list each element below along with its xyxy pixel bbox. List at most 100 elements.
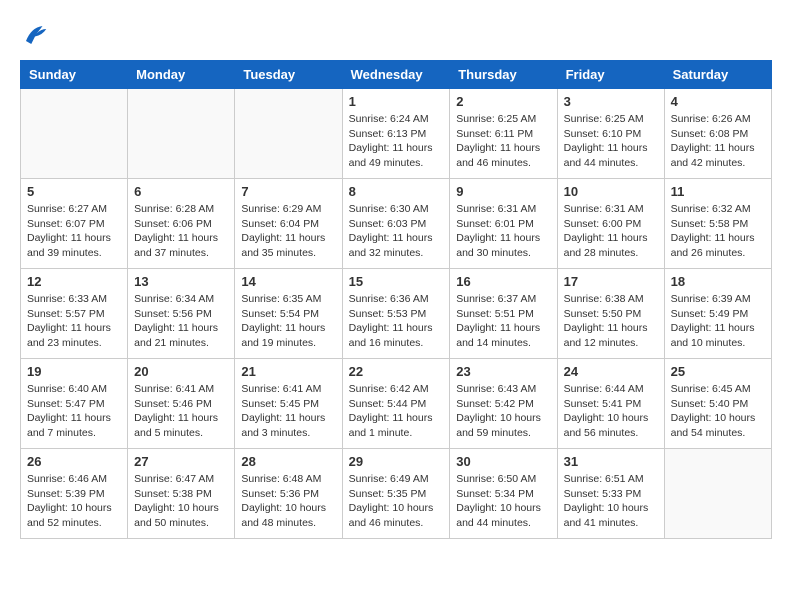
day-info: Sunrise: 6:24 AM Sunset: 6:13 PM Dayligh…	[349, 112, 444, 171]
week-row-4: 19Sunrise: 6:40 AM Sunset: 5:47 PM Dayli…	[21, 359, 772, 449]
day-number: 10	[564, 184, 658, 199]
day-number: 11	[671, 184, 765, 199]
day-number: 5	[27, 184, 121, 199]
week-row-3: 12Sunrise: 6:33 AM Sunset: 5:57 PM Dayli…	[21, 269, 772, 359]
calendar-cell	[21, 89, 128, 179]
day-info: Sunrise: 6:42 AM Sunset: 5:44 PM Dayligh…	[349, 382, 444, 441]
day-info: Sunrise: 6:39 AM Sunset: 5:49 PM Dayligh…	[671, 292, 765, 351]
calendar-cell: 26Sunrise: 6:46 AM Sunset: 5:39 PM Dayli…	[21, 449, 128, 539]
day-number: 3	[564, 94, 658, 109]
day-info: Sunrise: 6:44 AM Sunset: 5:41 PM Dayligh…	[564, 382, 658, 441]
column-header-wednesday: Wednesday	[342, 61, 450, 89]
logo-bird-icon	[20, 20, 50, 50]
day-number: 2	[456, 94, 550, 109]
calendar-cell: 31 Sunrise: 6:51 AM Sunset: 5:33 PM Dayli…	[557, 449, 664, 539]
calendar-header-row: SundayMondayTuesdayWednesdayThursdayFrid…	[21, 61, 772, 89]
calendar-cell: 21 Sunrise: 6:41 AM Sunset: 5:45 PM Dayli…	[235, 359, 342, 449]
day-number: 20	[134, 364, 228, 379]
day-number: 27	[134, 454, 228, 469]
day-number: 1	[349, 94, 444, 109]
day-number: 17	[564, 274, 658, 289]
day-info: Sunrise: 6:32 AM Sunset: 5:58 PM Dayligh…	[671, 202, 765, 261]
column-header-saturday: Saturday	[664, 61, 771, 89]
day-number: 21	[241, 364, 335, 379]
day-info: Sunrise: 6:41 AM Sunset: 5:45 PM Dayligh…	[241, 382, 335, 441]
column-header-monday: Monday	[128, 61, 235, 89]
day-info: Sunrise: 6:35 AM Sunset: 5:54 PM Dayligh…	[241, 292, 335, 351]
calendar-cell: 20 Sunrise: 6:41 AM Sunset: 5:46 PM Dayli…	[128, 359, 235, 449]
calendar-cell: 17 Sunrise: 6:38 AM Sunset: 5:50 PM Dayli…	[557, 269, 664, 359]
day-info: Sunrise: 6:50 AM Sunset: 5:34 PM Dayligh…	[456, 472, 550, 531]
day-info: Sunrise: 6:45 AM Sunset: 5:40 PM Dayligh…	[671, 382, 765, 441]
day-number: 6	[134, 184, 228, 199]
day-number: 9	[456, 184, 550, 199]
day-number: 22	[349, 364, 444, 379]
calendar-cell: 11 Sunrise: 6:32 AM Sunset: 5:58 PM Dayli…	[664, 179, 771, 269]
day-number: 7	[241, 184, 335, 199]
calendar-cell: 27Sunrise: 6:47 AM Sunset: 5:38 PM Dayli…	[128, 449, 235, 539]
column-header-friday: Friday	[557, 61, 664, 89]
calendar-cell: 16 Sunrise: 6:37 AM Sunset: 5:51 PM Dayli…	[450, 269, 557, 359]
day-number: 18	[671, 274, 765, 289]
day-number: 29	[349, 454, 444, 469]
day-info: Sunrise: 6:25 AM Sunset: 6:11 PM Dayligh…	[456, 112, 550, 171]
day-info: Sunrise: 6:34 AM Sunset: 5:56 PM Dayligh…	[134, 292, 228, 351]
day-info: Sunrise: 6:43 AM Sunset: 5:42 PM Dayligh…	[456, 382, 550, 441]
calendar-cell: 24Sunrise: 6:44 AM Sunset: 5:41 PM Dayli…	[557, 359, 664, 449]
day-info: Sunrise: 6:38 AM Sunset: 5:50 PM Dayligh…	[564, 292, 658, 351]
day-number: 23	[456, 364, 550, 379]
calendar-cell: 8 Sunrise: 6:30 AM Sunset: 6:03 PM Daylig…	[342, 179, 450, 269]
calendar-cell: 28 Sunrise: 6:48 AM Sunset: 5:36 PM Dayli…	[235, 449, 342, 539]
day-info: Sunrise: 6:51 AM Sunset: 5:33 PM Dayligh…	[564, 472, 658, 531]
day-info: Sunrise: 6:36 AM Sunset: 5:53 PM Dayligh…	[349, 292, 444, 351]
calendar-cell: 29 Sunrise: 6:49 AM Sunset: 5:35 PM Dayli…	[342, 449, 450, 539]
day-number: 28	[241, 454, 335, 469]
day-info: Sunrise: 6:27 AM Sunset: 6:07 PM Dayligh…	[27, 202, 121, 261]
day-number: 31	[564, 454, 658, 469]
calendar-cell	[235, 89, 342, 179]
day-info: Sunrise: 6:37 AM Sunset: 5:51 PM Dayligh…	[456, 292, 550, 351]
calendar-cell: 7 Sunrise: 6:29 AM Sunset: 6:04 PM Daylig…	[235, 179, 342, 269]
day-info: Sunrise: 6:48 AM Sunset: 5:36 PM Dayligh…	[241, 472, 335, 531]
calendar-cell: 15Sunrise: 6:36 AM Sunset: 5:53 PM Dayli…	[342, 269, 450, 359]
day-info: Sunrise: 6:31 AM Sunset: 6:00 PM Dayligh…	[564, 202, 658, 261]
calendar-cell: 23 Sunrise: 6:43 AM Sunset: 5:42 PM Dayli…	[450, 359, 557, 449]
calendar-cell: 9 Sunrise: 6:31 AM Sunset: 6:01 PM Daylig…	[450, 179, 557, 269]
week-row-2: 5 Sunrise: 6:27 AM Sunset: 6:07 PM Daylig…	[21, 179, 772, 269]
calendar-cell: 10 Sunrise: 6:31 AM Sunset: 6:00 PM Dayli…	[557, 179, 664, 269]
calendar-cell	[664, 449, 771, 539]
calendar-cell: 1 Sunrise: 6:24 AM Sunset: 6:13 PM Daylig…	[342, 89, 450, 179]
calendar-cell: 3 Sunrise: 6:25 AM Sunset: 6:10 PM Daylig…	[557, 89, 664, 179]
calendar-table: SundayMondayTuesdayWednesdayThursdayFrid…	[20, 60, 772, 539]
day-number: 8	[349, 184, 444, 199]
calendar-cell: 6Sunrise: 6:28 AM Sunset: 6:06 PM Daylig…	[128, 179, 235, 269]
calendar-cell: 22 Sunrise: 6:42 AM Sunset: 5:44 PM Dayli…	[342, 359, 450, 449]
day-info: Sunrise: 6:30 AM Sunset: 6:03 PM Dayligh…	[349, 202, 444, 261]
column-header-tuesday: Tuesday	[235, 61, 342, 89]
week-row-1: 1 Sunrise: 6:24 AM Sunset: 6:13 PM Daylig…	[21, 89, 772, 179]
day-info: Sunrise: 6:46 AM Sunset: 5:39 PM Dayligh…	[27, 472, 121, 531]
day-info: Sunrise: 6:26 AM Sunset: 6:08 PM Dayligh…	[671, 112, 765, 171]
day-info: Sunrise: 6:40 AM Sunset: 5:47 PM Dayligh…	[27, 382, 121, 441]
week-row-5: 26Sunrise: 6:46 AM Sunset: 5:39 PM Dayli…	[21, 449, 772, 539]
day-info: Sunrise: 6:49 AM Sunset: 5:35 PM Dayligh…	[349, 472, 444, 531]
calendar-cell: 18 Sunrise: 6:39 AM Sunset: 5:49 PM Dayli…	[664, 269, 771, 359]
day-info: Sunrise: 6:41 AM Sunset: 5:46 PM Dayligh…	[134, 382, 228, 441]
calendar-cell: 13 Sunrise: 6:34 AM Sunset: 5:56 PM Dayli…	[128, 269, 235, 359]
day-number: 16	[456, 274, 550, 289]
day-info: Sunrise: 6:33 AM Sunset: 5:57 PM Dayligh…	[27, 292, 121, 351]
day-info: Sunrise: 6:31 AM Sunset: 6:01 PM Dayligh…	[456, 202, 550, 261]
calendar-cell: 5 Sunrise: 6:27 AM Sunset: 6:07 PM Daylig…	[21, 179, 128, 269]
calendar-cell: 4 Sunrise: 6:26 AM Sunset: 6:08 PM Daylig…	[664, 89, 771, 179]
day-number: 13	[134, 274, 228, 289]
calendar-cell: 14 Sunrise: 6:35 AM Sunset: 5:54 PM Dayli…	[235, 269, 342, 359]
day-info: Sunrise: 6:29 AM Sunset: 6:04 PM Dayligh…	[241, 202, 335, 261]
calendar-cell: 2 Sunrise: 6:25 AM Sunset: 6:11 PM Daylig…	[450, 89, 557, 179]
day-number: 25	[671, 364, 765, 379]
calendar-cell: 12Sunrise: 6:33 AM Sunset: 5:57 PM Dayli…	[21, 269, 128, 359]
day-number: 4	[671, 94, 765, 109]
day-number: 14	[241, 274, 335, 289]
day-info: Sunrise: 6:25 AM Sunset: 6:10 PM Dayligh…	[564, 112, 658, 171]
calendar-cell	[128, 89, 235, 179]
logo	[20, 20, 54, 50]
